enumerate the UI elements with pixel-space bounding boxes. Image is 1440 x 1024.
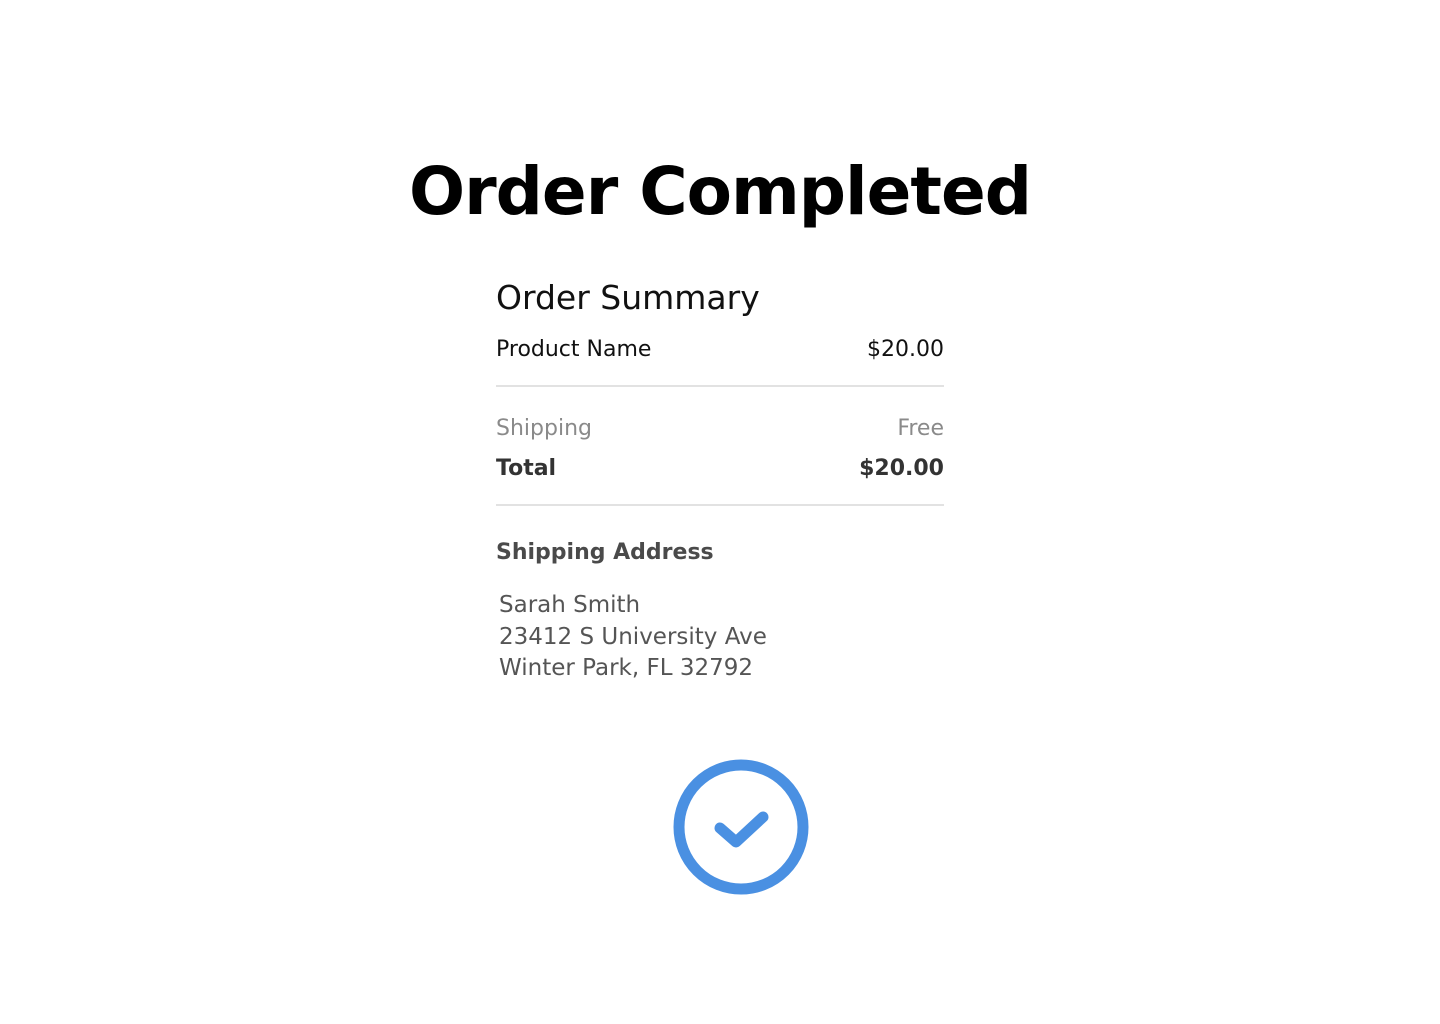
page-title: Order Completed [409, 153, 1032, 230]
order-completed-page: Order Completed Order Summary Product Na… [0, 0, 1440, 1024]
check-circle-ring [673, 759, 809, 895]
order-summary: Order Summary Product Name $20.00 Shippi… [496, 278, 944, 685]
product-name: Product Name [496, 337, 652, 362]
divider [496, 504, 944, 506]
shipping-label: Shipping [496, 416, 592, 441]
shipping-address: Sarah Smith 23412 S University Ave Winte… [496, 590, 944, 685]
address-street: 23412 S University Ave [499, 623, 767, 650]
product-price: $20.00 [867, 337, 944, 362]
order-summary-heading: Order Summary [496, 278, 760, 317]
divider [496, 385, 944, 387]
total-row: Total $20.00 [496, 454, 944, 484]
shipping-row: Shipping Free [496, 414, 944, 444]
checkmark [714, 811, 769, 848]
check-circle-icon [673, 759, 809, 895]
total-value: $20.00 [859, 456, 944, 481]
product-row: Product Name $20.00 [496, 335, 944, 365]
address-city-line: Winter Park, FL 32792 [499, 655, 753, 681]
shipping-address-heading: Shipping Address [496, 540, 714, 565]
address-name: Sarah Smith [499, 592, 641, 618]
shipping-value: Free [897, 416, 944, 441]
total-label: Total [496, 456, 557, 481]
